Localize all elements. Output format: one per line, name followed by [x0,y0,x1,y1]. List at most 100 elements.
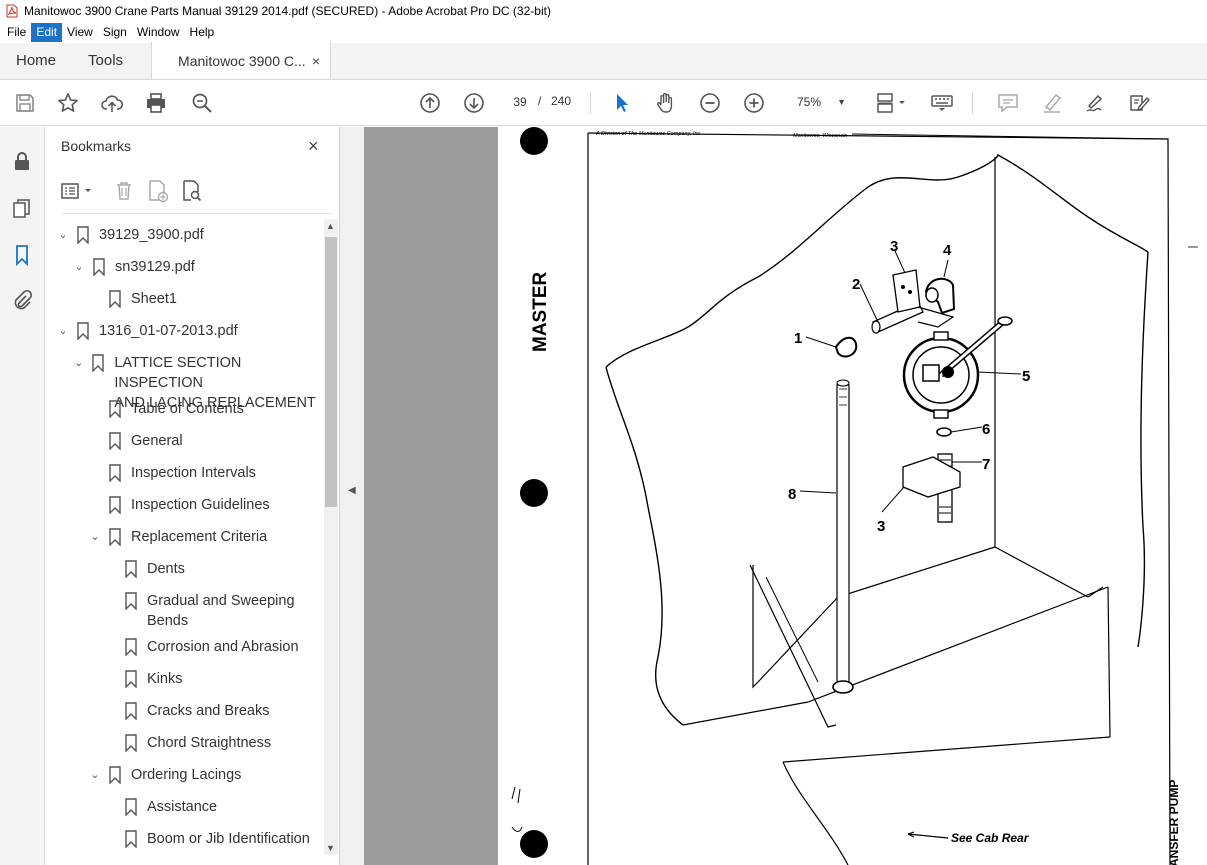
tab-home[interactable]: Home [0,42,72,79]
highlight-icon[interactable] [1040,91,1064,115]
hand-icon[interactable] [654,91,678,115]
menu-view[interactable]: View [62,23,98,42]
chevron-down-icon[interactable]: ⌄ [71,257,87,277]
bookmark-label: Inspection Guidelines [131,497,270,513]
comment-icon[interactable] [996,91,1020,115]
window-title: Manitowoc 3900 Crane Parts Manual 39129 … [24,4,551,18]
print-icon[interactable] [144,91,168,115]
zoom-select[interactable]: 75% ▼ [790,91,852,113]
master-stamp: MASTER [530,272,551,353]
panel-splitter[interactable]: ◀ [340,127,364,865]
pdf-page: A Division of The Manitowoc Company, Inc… [498,127,1207,865]
bookmark-item[interactable]: ⌄ 1316_01-07-2013.pdf [55,321,238,341]
part-number-2: 2 [852,276,860,293]
prev-page-icon[interactable] [418,91,442,115]
bookmark-icon [125,638,137,656]
scroll-up-icon[interactable]: ▲ [326,221,335,231]
bookmark-item[interactable]: ⌄ Ordering Lacings [87,765,241,785]
find-bookmark-icon[interactable] [180,179,204,203]
menu-file[interactable]: File [2,23,31,42]
bookmarks-panel: Bookmarks × ⌄ 39129_3900.pdf ⌄ sn39129.p… [45,127,340,865]
bookmark-item[interactable]: Cracks and Breaks [125,701,270,721]
bookmark-icon [109,400,121,418]
chevron-down-icon[interactable]: ⌄ [87,527,103,547]
next-page-icon[interactable] [462,91,486,115]
select-arrow-icon[interactable] [610,91,634,115]
bookmark-item[interactable]: Dents [125,559,185,579]
menu-help[interactable]: Help [185,23,220,42]
bookmark-label: Cracks and Breaks [147,703,270,719]
delete-bookmark-icon[interactable] [112,179,136,203]
bookmark-item[interactable]: Boom or Jib Identification [125,829,310,849]
chevron-down-icon[interactable]: ⌄ [55,225,71,245]
bookmark-item[interactable]: ⌄ sn39129.pdf [71,257,195,277]
part-number-3-lower: 3 [877,518,885,535]
page-view-icon[interactable] [874,91,910,115]
bookmark-icon [109,528,121,546]
chevron-down-icon[interactable]: ⌄ [55,321,71,341]
bookmark-item[interactable]: Gradual and Sweeping Bends [125,591,295,631]
right-edge-title: ANSFER PUMP [1167,780,1181,865]
part-number-3: 3 [890,238,898,255]
page-number-input[interactable]: 39 [505,90,535,114]
save-icon[interactable] [13,91,37,115]
bookmark-item[interactable]: General [109,431,183,451]
bookmark-label: Gradual and Sweeping Bends [147,591,295,631]
attachment-icon[interactable] [11,289,33,311]
bookmarks-scrollbar[interactable]: ▲ ▼ [324,219,338,855]
page-header-left: A Division of The Manitowoc Company, Inc… [595,131,702,137]
part-number-7: 7 [982,456,990,473]
bookmark-label: Replacement Criteria [131,529,268,545]
lock-icon[interactable] [11,150,33,172]
keyboard-icon[interactable] [930,91,954,115]
search-zoom-icon[interactable] [190,91,214,115]
menu-window[interactable]: Window [132,23,185,42]
tab-document[interactable]: Manitowoc 3900 C... × [151,42,332,79]
bookmark-icon [125,560,137,578]
chevron-down-icon[interactable]: ⌄ [71,353,86,373]
scrollbar-thumb[interactable] [325,237,337,507]
bookmark-item[interactable]: Table of Contents [109,399,244,419]
collapse-panel-icon[interactable]: ◀ [348,485,356,496]
chevron-down-icon[interactable]: ⌄ [87,765,103,785]
upload-icon[interactable] [100,91,124,115]
bookmark-item[interactable]: Assistance [125,797,217,817]
document-viewport[interactable]: A Division of The Manitowoc Company, Inc… [364,127,1207,865]
zoom-value: 75% [797,95,822,109]
options-menu-icon[interactable] [60,179,96,203]
pages-thumbnail-icon[interactable] [11,197,33,219]
part-number-1: 1 [794,330,802,347]
new-bookmark-icon[interactable] [146,179,170,203]
bookmark-icon [109,432,121,450]
zoom-out-icon[interactable] [698,91,722,115]
bookmark-item[interactable]: Kinks [125,669,182,689]
close-tab-icon[interactable]: × [312,53,320,69]
fill-sign-icon[interactable] [1128,91,1152,115]
sign-icon[interactable] [1084,91,1108,115]
toolbar-divider [972,92,973,114]
bookmark-item[interactable]: ⌄ 39129_3900.pdf [55,225,204,245]
chevron-down-icon: ▼ [837,97,846,107]
page-header-right: Manitowoc, Wisconsin [793,133,847,139]
bookmark-icon [125,734,137,752]
bookmark-label: Boom or Jib Identification [147,831,310,847]
star-icon[interactable] [56,91,80,115]
toolbar-divider [590,92,591,114]
main-toolbar: 39 / 240 75% ▼ [0,80,1207,126]
tab-tools[interactable]: Tools [72,42,139,79]
close-bookmarks-icon[interactable]: × [308,136,319,157]
scroll-down-icon[interactable]: ▼ [326,843,335,853]
bookmark-label: Table of Contents [131,401,244,417]
bookmark-item[interactable]: ⌄ Replacement Criteria [87,527,267,547]
bookmark-panel-icon[interactable] [11,244,33,266]
bookmark-item[interactable]: Corrosion and Abrasion [125,637,299,657]
menu-edit[interactable]: Edit [31,23,63,42]
bookmark-item[interactable]: Sheet1 [109,289,177,309]
menu-sign[interactable]: Sign [98,23,132,42]
bookmarks-toolbar [45,173,340,213]
bookmark-item[interactable]: Inspection Guidelines [109,495,270,515]
bookmark-item[interactable]: Inspection Intervals [109,463,256,483]
bookmark-item[interactable]: Chord Straightness [125,733,271,753]
see-cab-rear-callout: See Cab Rear [951,831,1030,845]
zoom-in-icon[interactable] [742,91,766,115]
